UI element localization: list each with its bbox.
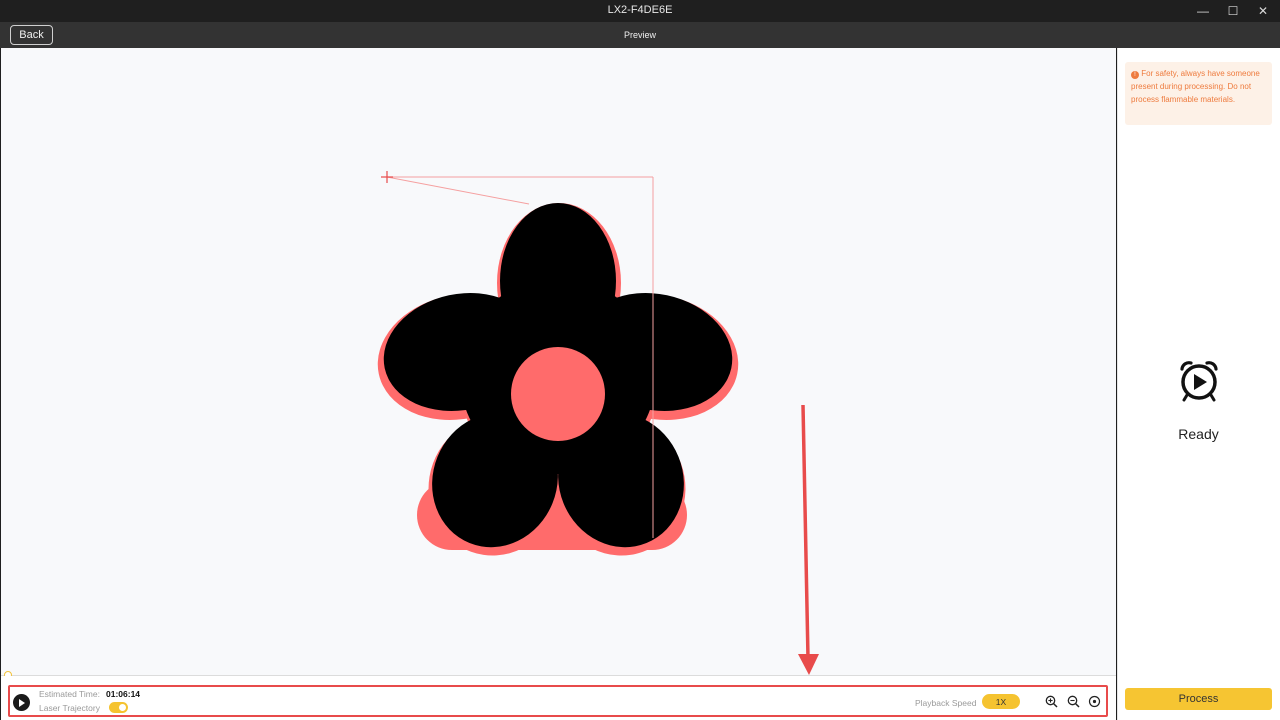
minimize-button[interactable]: — [1188, 0, 1218, 22]
laser-trajectory-toggle[interactable] [109, 702, 128, 713]
estimated-time-label: Estimated Time: [39, 689, 100, 699]
title-bar: LX2-F4DE6E — ☐ ✕ [0, 0, 1280, 22]
status-text: Ready [1178, 426, 1219, 442]
annotation-arrow [798, 404, 819, 675]
playback-speed-label: Playback Speed [915, 698, 977, 708]
safety-text: For safety, always have someone present … [1131, 69, 1260, 104]
flower-center [511, 347, 605, 441]
warning-circle-icon: ! [1131, 71, 1139, 79]
process-button[interactable]: Process [1125, 688, 1272, 710]
preview-canvas[interactable] [1, 48, 1116, 676]
alarm-clock-play-icon [1180, 361, 1218, 402]
estimated-time-value: 01:06:14 [106, 689, 141, 699]
fit-view-icon[interactable] [1088, 695, 1101, 708]
toolbar: Back Preview [0, 22, 1280, 48]
maximize-button[interactable]: ☐ [1218, 0, 1248, 22]
page-title: Preview [623, 30, 656, 40]
preview-drawing [377, 171, 819, 675]
window-title: LX2-F4DE6E [607, 4, 673, 16]
zoom-in-icon[interactable] [1045, 695, 1058, 708]
close-button[interactable]: ✕ [1248, 0, 1278, 22]
play-button[interactable] [13, 694, 30, 711]
laser-position-crosshair [381, 171, 393, 183]
zoom-out-icon[interactable] [1067, 695, 1080, 708]
safety-notice: ! For safety, always have someone presen… [1125, 62, 1272, 125]
laser-trajectory-label: Laser Trajectory [39, 703, 100, 713]
playback-speed-button[interactable]: 1X [982, 694, 1020, 709]
